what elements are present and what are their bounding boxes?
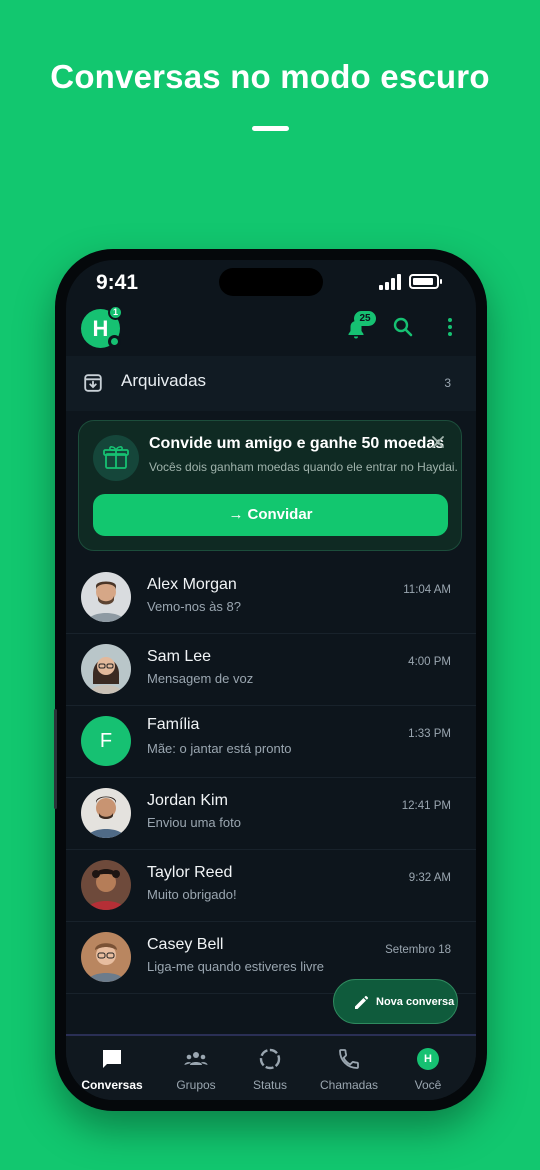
- nav-item-conversas[interactable]: Conversas: [72, 1036, 152, 1100]
- close-icon[interactable]: [431, 435, 445, 449]
- chat-row[interactable]: Sam Lee Mensagem de voz 4:00 PM: [66, 634, 476, 706]
- chat-name: Casey Bell: [147, 936, 224, 953]
- avatar: F: [81, 716, 131, 766]
- chat-row[interactable]: Jordan Kim Enviou uma foto 12:41 PM: [66, 778, 476, 850]
- nav-label: Status: [252, 1078, 288, 1092]
- invite-card: Convide um amigo e ganhe 50 moedas Vocês…: [78, 420, 462, 551]
- avatar: [81, 644, 131, 694]
- avatar: [81, 788, 131, 838]
- status-bar: 9:41: [66, 260, 476, 308]
- more-options-icon[interactable]: [438, 315, 462, 339]
- status-icon: [259, 1048, 281, 1070]
- dynamic-island: [219, 268, 323, 296]
- phone-icon: [339, 1049, 359, 1069]
- fab-label: Nova conversa: [376, 996, 455, 1008]
- new-chat-fab[interactable]: Nova conversa: [333, 979, 458, 1024]
- avatar: [81, 572, 131, 622]
- chat-preview: Enviou uma foto: [147, 815, 241, 830]
- chat-icon: [103, 1050, 121, 1068]
- notification-count-badge: 25: [354, 311, 376, 326]
- chat-time: 1:33 PM: [408, 728, 451, 740]
- chat-row[interactable]: Alex Morgan Vemo-nos às 8? 11:04 AM: [66, 562, 476, 634]
- status-time: 9:41: [96, 271, 139, 294]
- chat-name: Taylor Reed: [147, 864, 233, 881]
- chat-preview: Vemo-nos às 8?: [147, 599, 241, 614]
- nav-label: Conversas: [81, 1078, 143, 1092]
- nav-item-chamadas[interactable]: Chamadas: [309, 1036, 389, 1100]
- chat-time: 4:00 PM: [408, 656, 451, 668]
- chat-preview: Muito obrigado!: [147, 887, 237, 902]
- nav-item-status[interactable]: Status: [230, 1036, 310, 1100]
- nav-label: Chamadas: [319, 1078, 379, 1092]
- archive-icon: [84, 374, 102, 392]
- archived-label: Arquivadas: [121, 371, 207, 390]
- logo-badge: 1: [108, 305, 123, 320]
- archived-row[interactable]: Arquivadas 3: [66, 356, 476, 411]
- page-headline: Conversas no modo escuro: [50, 58, 490, 95]
- signal-icon: [379, 274, 401, 290]
- chat-row[interactable]: F Família Mãe: o jantar está pronto 1:33…: [66, 706, 476, 778]
- search-icon[interactable]: [391, 315, 415, 339]
- nav-label: Grupos: [176, 1078, 216, 1092]
- chat-name: Sam Lee: [147, 648, 212, 665]
- nav-item-grupos[interactable]: Grupos: [156, 1036, 236, 1100]
- nav-label: Você: [414, 1078, 442, 1092]
- invite-button-label: Convidar: [247, 506, 313, 523]
- chat-name: Jordan Kim: [147, 792, 228, 809]
- chat-time: Setembro 18: [385, 944, 451, 956]
- nav-item-voce[interactable]: H Você: [388, 1036, 468, 1100]
- chat-name: Alex Morgan: [147, 576, 237, 593]
- avatar: [81, 860, 131, 910]
- avatar: [81, 932, 131, 982]
- headline-underline: [252, 126, 289, 131]
- app-bar: H 1 25: [66, 305, 476, 356]
- invite-button[interactable]: → Convidar: [93, 494, 448, 536]
- gift-icon: [103, 446, 129, 469]
- chat-name: Família: [147, 716, 200, 733]
- phone-side-button: [54, 709, 57, 809]
- online-status-dot: [108, 335, 121, 348]
- bottom-nav: Conversas Grupos Status Chamadas H Você: [66, 1034, 476, 1100]
- phone-screen: 9:41 H 1 25 Arquivadas 3 Convide um amig…: [66, 260, 476, 1100]
- chat-time: 11:04 AM: [403, 584, 451, 596]
- invite-subtitle: Vocês dois ganham moedas quando ele entr…: [149, 460, 458, 474]
- invite-title: Convide um amigo e ganhe 50 moedas: [149, 435, 445, 452]
- battery-icon: [409, 274, 442, 289]
- chat-time: 12:41 PM: [401, 800, 451, 812]
- arrow-right-icon: →: [228, 506, 244, 523]
- chat-preview: Liga-me quando estiveres livre: [147, 959, 325, 974]
- archived-count: 3: [444, 376, 451, 390]
- phone-frame: 9:41 H 1 25 Arquivadas 3 Convide um amig…: [54, 249, 487, 1111]
- pencil-icon: [355, 995, 369, 1009]
- chat-preview: Mãe: o jantar está pronto: [147, 741, 292, 756]
- chat-time: 9:32 AM: [408, 872, 451, 884]
- chat-row[interactable]: Taylor Reed Muito obrigado! 9:32 AM: [66, 850, 476, 922]
- groups-icon: [184, 1052, 208, 1065]
- gift-icon-circle: [93, 435, 139, 481]
- chat-preview: Mensagem de voz: [147, 671, 254, 686]
- profile-logo-icon: H: [417, 1048, 439, 1070]
